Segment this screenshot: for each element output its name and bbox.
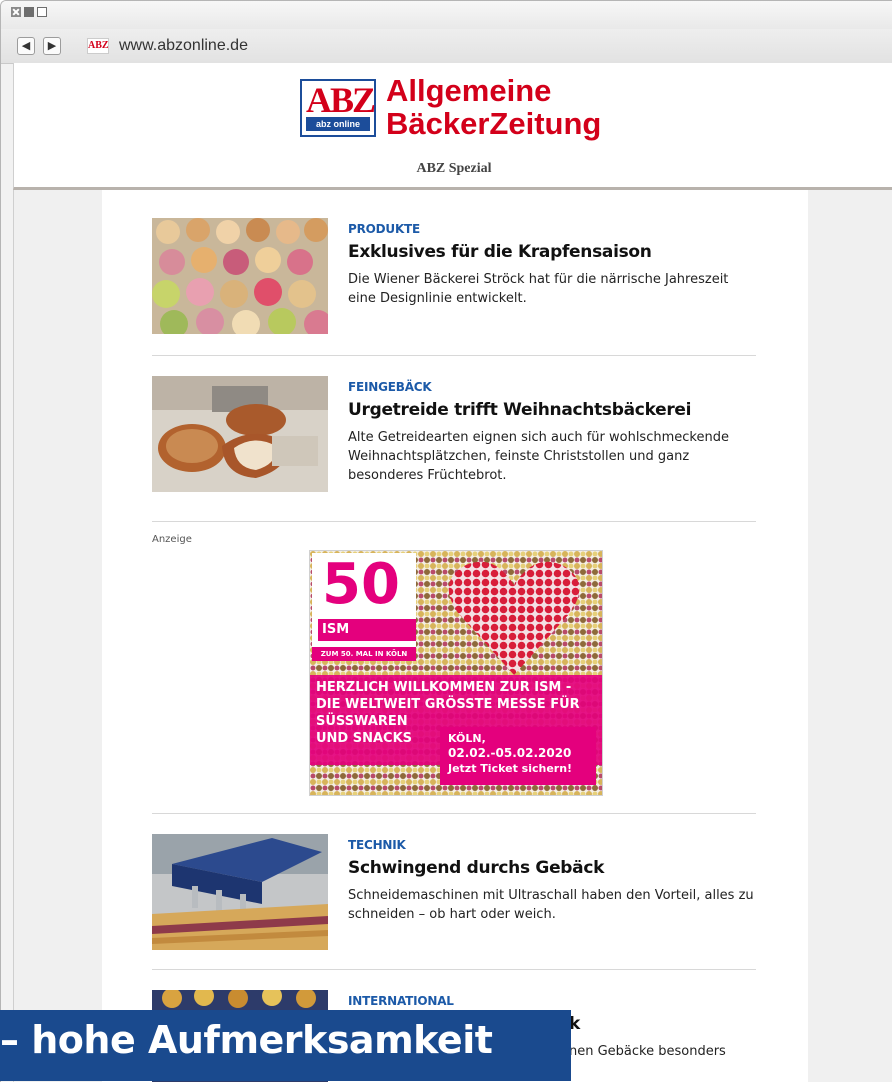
article-text: FEINGEBÄCK Urgetreide trifft Weihnachtsb… xyxy=(348,376,756,485)
favicon-icon: ABZ xyxy=(87,38,109,54)
close-window-icon[interactable] xyxy=(11,7,21,17)
address-bar[interactable]: www.abzonline.de xyxy=(119,37,248,55)
ad-ticket-cta[interactable]: Jetzt Ticket sichern! xyxy=(448,761,588,776)
newsletter-body: PRODUKTE Exklusives für die Krapfensaiso… xyxy=(13,190,892,1082)
ad-headline-line: DIE WELTWEIT GRÖSSTE MESSE FÜR xyxy=(316,697,580,712)
article-item[interactable]: PRODUKTE Exklusives für die Krapfensaiso… xyxy=(152,218,756,336)
article-thumbnail[interactable] xyxy=(152,834,328,950)
article-thumbnail[interactable] xyxy=(152,376,328,492)
ad-logo-panel: 50 ISM COLOGNE xyxy=(312,552,416,659)
forward-button[interactable]: ▶ xyxy=(43,37,61,55)
title-bar xyxy=(1,1,892,29)
divider xyxy=(152,969,756,970)
article-teaser: Schneidemaschinen mit Ultraschall haben … xyxy=(348,888,754,922)
divider xyxy=(152,521,756,522)
logo-subtext: abz online xyxy=(306,117,370,131)
article-column: PRODUKTE Exklusives für die Krapfensaiso… xyxy=(102,190,808,1082)
article-item[interactable]: FEINGEBÄCK Urgetreide trifft Weihnachtsb… xyxy=(152,376,756,494)
article-category[interactable]: FEINGEBÄCK xyxy=(348,380,756,394)
site-header: ABZ abz online Allgemeine BäckerZeitung … xyxy=(13,63,892,190)
article-headline[interactable]: Exklusives für die Krapfensaison xyxy=(348,242,756,262)
ad-event-dates[interactable]: KÖLN, 02.02.-05.02.2020 Jetzt Ticket sic… xyxy=(440,727,596,785)
article-teaser: Die Wiener Bäckerei Ströck hat für die n… xyxy=(348,272,729,306)
divider xyxy=(152,813,756,814)
window-controls xyxy=(11,7,47,17)
promo-banner: – hohe Aufmerksamkeit xyxy=(0,1010,571,1081)
section-title: ABZ Spezial xyxy=(416,161,492,176)
brand-name-line1: Allgemeine xyxy=(386,73,552,108)
back-button[interactable]: ◀ xyxy=(17,37,35,55)
ad-anniversary-number: 50 xyxy=(322,552,400,617)
abz-logo[interactable]: ABZ abz online xyxy=(300,79,376,137)
article-headline[interactable]: Urgetreide trifft Weihnachtsbäckerei xyxy=(348,400,756,420)
article-teaser: Alte Getreidearten eignen sich auch für … xyxy=(348,430,729,483)
ad-tagline: ZUM 50. MAL IN KÖLN xyxy=(312,647,416,661)
ism-logo: ISM COLOGNE xyxy=(318,619,416,659)
ad-label: Anzeige xyxy=(152,534,192,545)
article-thumbnail[interactable] xyxy=(152,218,328,334)
maximize-window-icon[interactable] xyxy=(37,7,47,17)
brand-name-line2: BäckerZeitung xyxy=(386,106,602,141)
article-text: PRODUKTE Exklusives für die Krapfensaiso… xyxy=(348,218,756,308)
article-item[interactable]: TECHNIK Schwingend durchs Gebäck Schneid… xyxy=(152,834,756,952)
promo-banner-text: – hohe Aufmerksamkeit xyxy=(0,1018,493,1062)
divider xyxy=(152,355,756,356)
article-category[interactable]: PRODUKTE xyxy=(348,222,756,236)
article-text: TECHNIK Schwingend durchs Gebäck Schneid… xyxy=(348,834,756,924)
ad-city: KÖLN, xyxy=(448,732,486,745)
article-category[interactable]: INTERNATIONAL xyxy=(348,994,756,1008)
browser-toolbar: ◀ ▶ ABZ www.abzonline.de xyxy=(1,29,892,64)
ad-date-range: 02.02.-05.02.2020 xyxy=(448,746,572,760)
ism-advertisement[interactable]: 50 ISM COLOGNE ZUM 50. MAL IN KÖLN HERZL… xyxy=(309,550,603,796)
article-headline[interactable]: Schwingend durchs Gebäck xyxy=(348,858,756,878)
ad-headline-line: HERZLICH WILLKOMMEN ZUR ISM - xyxy=(316,680,572,695)
browser-window: ◀ ▶ ABZ www.abzonline.de ABZ abz online … xyxy=(0,0,892,1082)
logo-text: ABZ xyxy=(306,80,376,120)
article-category[interactable]: TECHNIK xyxy=(348,838,756,852)
minimize-window-icon[interactable] xyxy=(24,7,34,17)
